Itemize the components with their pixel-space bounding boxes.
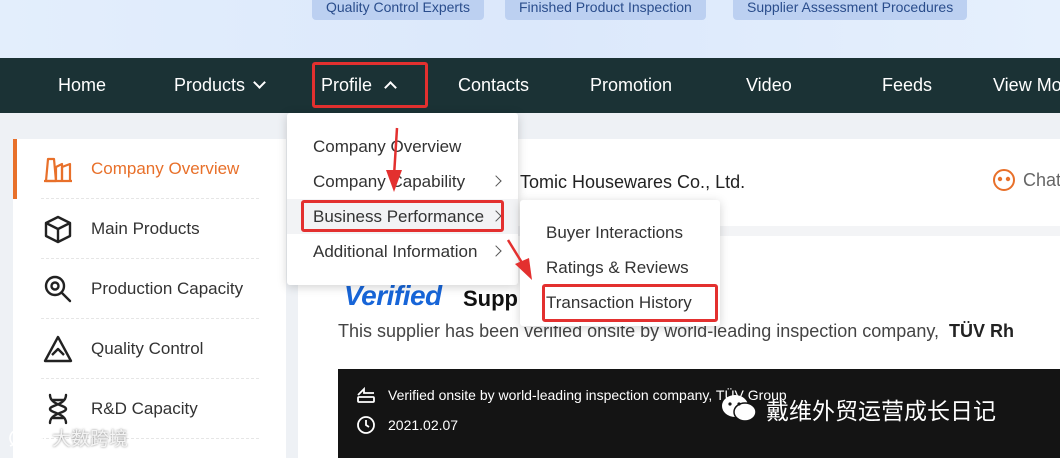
triangle-check-icon <box>41 332 75 366</box>
chat-label: Chat <box>1023 169 1060 190</box>
watermark-right: 戴维外贸运营成长日记 <box>720 392 996 426</box>
sidebar-item-label: Quality Control <box>91 338 204 358</box>
highlight-box <box>542 284 718 322</box>
watermark-logo-icon <box>8 426 48 450</box>
verified-badge-icon <box>356 386 376 404</box>
active-indicator <box>13 139 17 199</box>
chevron-right-icon <box>490 245 502 257</box>
nav-label: Feeds <box>882 75 933 95</box>
nav-label: Video <box>746 75 792 95</box>
menu-item-label: Buyer Interactions <box>546 223 684 242</box>
verification-date-text: 2021.02.07 <box>388 417 459 433</box>
menu-item-label: Ratings & Reviews <box>546 258 689 277</box>
submenu-item-ratings-reviews[interactable]: Ratings & Reviews <box>520 250 720 285</box>
nav-label: Products <box>174 75 246 95</box>
menu-item-label: Company Capability <box>313 172 466 191</box>
submenu-item-buyer-interactions[interactable]: Buyer Interactions <box>520 215 720 250</box>
nav-label: Promotion <box>590 75 673 95</box>
factory-icon <box>41 152 75 186</box>
tag-chip[interactable]: Supplier Assessment Procedures <box>733 0 968 20</box>
menu-item-company-overview[interactable]: Company Overview <box>287 129 518 164</box>
chat-icon <box>991 167 1017 193</box>
inspection-company: TÜV Rh <box>949 321 1014 341</box>
box-icon <box>41 212 75 246</box>
highlight-box <box>312 62 428 108</box>
clock-icon <box>356 415 376 435</box>
tag-chip[interactable]: Finished Product Inspection <box>505 0 706 20</box>
chevron-down-icon <box>253 76 266 89</box>
watermark-left: 大数跨境 <box>8 424 128 451</box>
nav-label: View More <box>993 75 1060 95</box>
chat-button[interactable]: Chat <box>991 167 1060 193</box>
menu-item-label: Additional Information <box>313 242 478 261</box>
menu-item-label: Company Overview <box>313 137 462 156</box>
verification-date: 2021.02.07 <box>356 415 458 435</box>
nav-contacts[interactable]: Contacts <box>458 58 529 113</box>
profile-sidebar: Company Overview Main Products Productio… <box>13 139 286 458</box>
menu-item-additional-information[interactable]: Additional Information <box>287 234 518 269</box>
dna-icon <box>41 392 75 426</box>
company-name: Tomic Housewares Co., Ltd. <box>520 172 746 192</box>
sidebar-item-production-capacity[interactable]: Production Capacity <box>41 259 259 319</box>
watermark-text: 大数跨境 <box>52 429 129 450</box>
nav-view-more[interactable]: View More <box>993 58 1060 113</box>
sidebar-item-label: R&D Capacity <box>91 398 198 418</box>
sidebar-item-quality-control[interactable]: Quality Control <box>41 319 259 379</box>
nav-products[interactable]: Products <box>174 58 266 113</box>
highlight-box <box>301 200 504 232</box>
sidebar-item-label: Company Overview <box>91 158 240 178</box>
chevron-right-icon <box>490 175 502 187</box>
section-title: Supp <box>463 286 518 311</box>
top-banner: Quality Control Experts Finished Product… <box>0 0 1060 58</box>
menu-item-company-capability[interactable]: Company Capability <box>287 164 518 199</box>
sidebar-item-company-overview[interactable]: Company Overview <box>41 139 259 199</box>
sidebar-item-label: Production Capacity <box>91 278 244 298</box>
magnifier-gear-icon <box>41 272 75 306</box>
wechat-icon <box>720 393 758 425</box>
nav-home[interactable]: Home <box>58 58 106 113</box>
nav-feeds[interactable]: Feeds <box>882 58 932 113</box>
sidebar-item-label: Main Products <box>91 218 200 238</box>
main-nav: Home Products Profile Contacts Promotion… <box>0 58 1060 113</box>
tag-chip[interactable]: Quality Control Experts <box>312 0 484 20</box>
profile-dropdown-menu: Company Overview Company Capability Busi… <box>287 113 518 285</box>
nav-video[interactable]: Video <box>746 58 792 113</box>
sidebar-item-main-products[interactable]: Main Products <box>41 199 259 259</box>
nav-label: Home <box>58 75 107 95</box>
nav-promotion[interactable]: Promotion <box>590 58 672 113</box>
nav-label: Contacts <box>458 75 530 95</box>
watermark-text: 戴维外贸运营成长日记 <box>766 398 996 424</box>
